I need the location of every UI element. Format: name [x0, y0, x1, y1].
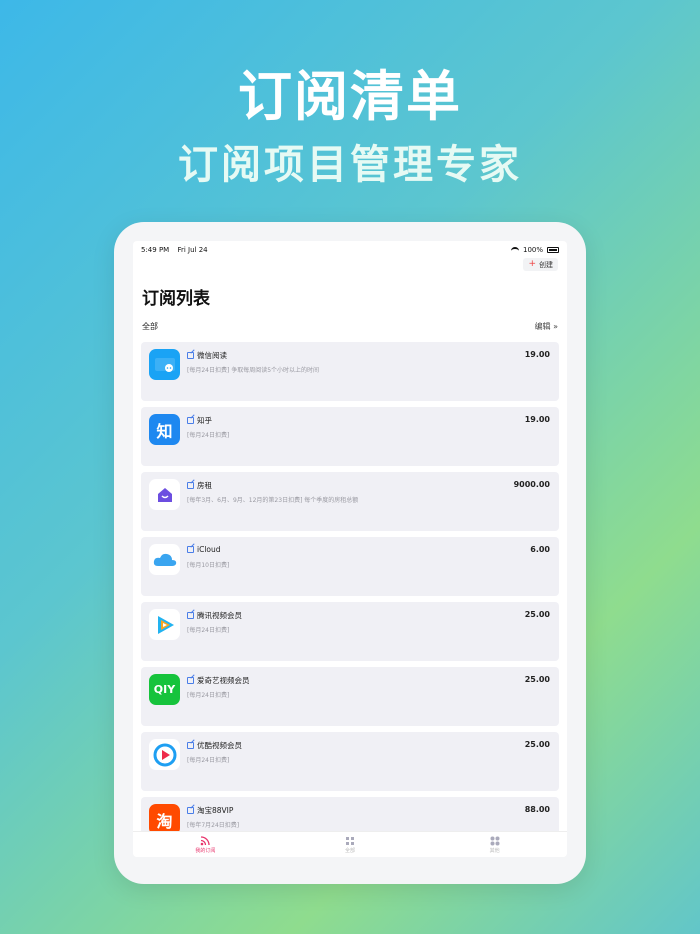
tablet-frame: 5:49 PM Fri Jul 24 100% + 创建 订阅列表 全部 编辑 … — [114, 222, 586, 884]
subscription-name: 房租 — [197, 481, 212, 490]
app-screen: 5:49 PM Fri Jul 24 100% + 创建 订阅列表 全部 编辑 … — [133, 241, 567, 857]
youku-icon — [149, 739, 180, 770]
edit-icon[interactable] — [187, 417, 194, 424]
subscription-name: 微信阅读 — [197, 351, 227, 360]
edit-icon[interactable] — [187, 612, 194, 619]
iqiyi-icon: QIY — [149, 674, 180, 705]
edit-icon[interactable] — [187, 677, 194, 684]
tab-other[interactable]: 其他 — [465, 836, 525, 854]
subscription-name: 优酷视频会员 — [197, 741, 242, 750]
subscription-name: 知乎 — [197, 416, 212, 425]
tab-label: 全部 — [344, 847, 355, 854]
taobao-glyph: 淘 — [156, 811, 173, 831]
headline-subtitle: 订阅项目管理专家 — [178, 142, 522, 188]
subscription-price: 19.00 — [524, 350, 550, 359]
tab-label: 我的订阅 — [195, 847, 216, 854]
subscription-card[interactable]: iCloud [每月10日扣费] 6.00 — [141, 537, 559, 596]
subscription-desc: [每月24日扣费] — [187, 757, 230, 764]
subscription-card[interactable]: 微信阅读 [每月24日扣费] 争取每周阅读5个小时以上的时间 19.00 — [141, 342, 559, 401]
tab-all[interactable]: 全部 — [320, 836, 380, 854]
subscription-card[interactable]: 腾讯视频会员 [每月24日扣费] 25.00 — [141, 602, 559, 661]
subscription-price: 25.00 — [524, 740, 550, 749]
tab-my-subscriptions[interactable]: 我的订阅 — [175, 835, 235, 854]
house-icon — [149, 479, 180, 510]
grid-icon — [490, 836, 500, 845]
battery-icon — [547, 247, 559, 253]
iqiyi-glyph: QIY — [153, 683, 176, 696]
subscription-price: 25.00 — [524, 610, 550, 619]
tab-bar: 我的订阅 全部 其他 — [133, 831, 567, 857]
subscription-list: 微信阅读 [每月24日扣费] 争取每周阅读5个小时以上的时间 19.00 知 知… — [141, 342, 559, 857]
subscription-price: 88.00 — [524, 805, 550, 814]
subscription-card[interactable]: 房租 [每年3月、6月、9月、12月的第23日扣费] 每个季度的房租总额 900… — [141, 472, 559, 531]
plus-icon: + — [528, 259, 536, 269]
subscription-name: 爱奇艺视频会员 — [197, 676, 250, 685]
status-date: Fri Jul 24 — [177, 246, 208, 254]
subscription-desc: [每月10日扣费] — [187, 562, 230, 569]
subscription-card[interactable]: 优酷视频会员 [每月24日扣费] 25.00 — [141, 732, 559, 791]
zhihu-glyph: 知 — [156, 421, 173, 441]
edit-icon[interactable] — [187, 742, 194, 749]
headline-title: 订阅清单 — [238, 65, 462, 128]
subscription-desc: [每月24日扣费] 争取每周阅读5个小时以上的时间 — [187, 367, 320, 374]
edit-icon[interactable] — [187, 807, 194, 814]
status-time: 5:49 PM — [141, 246, 170, 254]
subscription-desc: [每月24日扣费] — [187, 692, 230, 699]
edit-button[interactable]: 编辑 » — [535, 321, 558, 332]
subscription-card[interactable]: 知 知乎 [每月24日扣费] 19.00 — [141, 407, 559, 466]
create-label: 创建 — [539, 260, 553, 269]
scan-icon — [345, 836, 354, 845]
tencent-video-icon — [149, 609, 180, 640]
battery-percent: 100% — [522, 246, 543, 254]
subscription-desc: [每年3月、6月、9月、12月的第23日扣费] 每个季度的房租总额 — [187, 497, 359, 504]
subscription-card[interactable]: QIY 爱奇艺视频会员 [每月24日扣费] 25.00 — [141, 667, 559, 726]
subscription-name: 淘宝88VIP — [197, 806, 234, 815]
page-title: 订阅列表 — [142, 289, 210, 309]
filter-row: 全部 编辑 » — [142, 321, 558, 332]
wechat-read-icon — [149, 349, 180, 380]
edit-icon[interactable] — [187, 352, 194, 359]
icloud-icon — [149, 544, 180, 575]
create-button[interactable]: + 创建 — [523, 258, 558, 271]
subscription-desc: [每月24日扣费] — [187, 432, 230, 439]
subscription-name: iCloud — [197, 545, 221, 554]
tab-label: 其他 — [489, 847, 500, 854]
filter-all[interactable]: 全部 — [142, 321, 158, 332]
subscription-price: 19.00 — [524, 415, 550, 424]
subscription-price: 6.00 — [530, 545, 550, 554]
subscription-name: 腾讯视频会员 — [197, 611, 242, 620]
edit-icon[interactable] — [187, 546, 194, 553]
status-bar: 5:49 PM Fri Jul 24 100% — [141, 244, 559, 256]
edit-icon[interactable] — [187, 482, 194, 489]
subscription-price: 25.00 — [524, 675, 550, 684]
wifi-icon — [510, 247, 519, 253]
subscription-price: 9000.00 — [513, 480, 550, 489]
rss-icon — [201, 835, 210, 845]
subscription-desc: [每年7月24日扣费] — [187, 822, 240, 829]
subscription-desc: [每月24日扣费] — [187, 627, 230, 634]
zhihu-icon: 知 — [149, 414, 180, 445]
